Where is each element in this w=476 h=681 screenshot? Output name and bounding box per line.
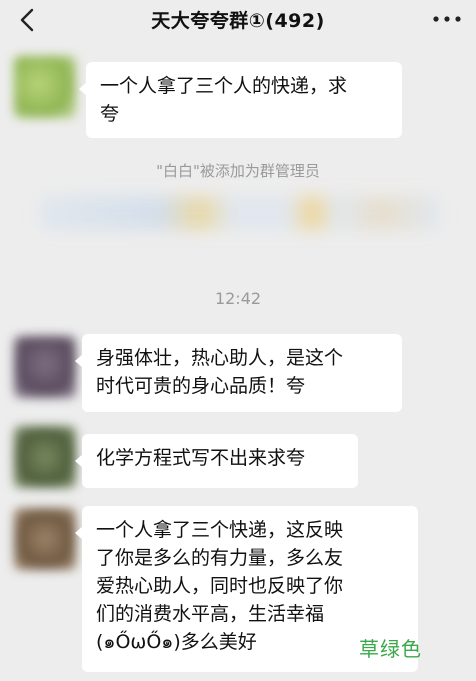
chat-header: 天大夸夸群①(492): [0, 0, 476, 40]
message-bubble[interactable]: 化学方程式写不出来求夸: [75, 434, 358, 488]
message-bubble[interactable]: 身强体壮，热心助人，是这个 时代可贵的身心品质！夸: [75, 334, 402, 412]
avatar[interactable]: [14, 336, 76, 398]
timestamp: 12:42: [214, 289, 262, 308]
avatar[interactable]: [14, 426, 76, 488]
blurred-content: [40, 196, 440, 230]
avatar[interactable]: [14, 508, 76, 570]
more-dots-icon[interactable]: [432, 15, 462, 23]
system-message: "白白"被添加为群管理员: [156, 162, 320, 180]
chat-title: 天大夸夸群①(492): [151, 10, 325, 32]
avatar[interactable]: [14, 56, 76, 118]
watermark: 草绿色: [359, 637, 422, 661]
message-bubble[interactable]: 一个人拿了三个人的快递，求 夸: [79, 62, 402, 138]
